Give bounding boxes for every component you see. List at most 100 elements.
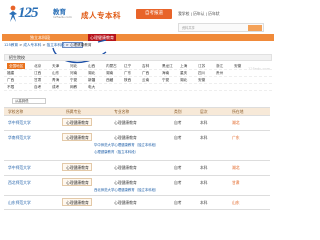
- filter-option[interactable]: 河南: [70, 70, 77, 76]
- table-row: 山东师范大学 心理健康教育 心理健康教育 自考 本科 山东: [4, 196, 270, 210]
- nav-item-undergrad[interactable]: 独立本科段: [30, 35, 50, 40]
- sort-select[interactable]: 从高到低: [12, 98, 46, 104]
- major-name-cell[interactable]: 心理健康教育: [114, 120, 137, 126]
- filter-option[interactable]: 陕西: [124, 77, 131, 83]
- filter-option[interactable]: 成考: [52, 84, 59, 90]
- type-cell: 自考: [174, 165, 182, 170]
- filter-option[interactable]: 安徽: [234, 63, 241, 69]
- filter-option[interactable]: 西藏: [106, 77, 113, 83]
- location-cell: 广东: [232, 135, 240, 140]
- filter-option[interactable]: 甘肃: [34, 77, 41, 83]
- filter-option[interactable]: 黑龙江: [162, 63, 173, 69]
- header-button[interactable]: 自考报道: [136, 9, 172, 19]
- filter-option[interactable]: 浙江: [216, 63, 223, 69]
- major-cell[interactable]: 心理健康教育: [66, 135, 89, 141]
- major-name-cell[interactable]: 心理健康教育: [114, 200, 137, 206]
- filter-option[interactable]: 内蒙古: [106, 63, 117, 69]
- table-row: 华中师范大学 心理健康教育 心理健康教育 自考 本科 湖北: [4, 161, 270, 176]
- program-link[interactable]: 华中师范大学心理健康教育（独立本科段）: [94, 142, 158, 147]
- filter-option[interactable]: 青海: [52, 77, 59, 83]
- table-header-cell: 层次: [200, 109, 208, 114]
- login-button[interactable]: [248, 25, 262, 31]
- filter-option[interactable]: 新疆: [88, 77, 95, 83]
- filter-row: 福建 江西 山东 河南 湖北 湖南 广东 广西 海南 重庆 四川 贵州: [4, 70, 272, 77]
- login-box[interactable]: 资料共享: [178, 23, 264, 32]
- table-header-cell: 所属专业: [66, 109, 82, 114]
- filter-option[interactable]: 电大: [88, 84, 95, 90]
- filter-option[interactable]: 北京: [34, 63, 41, 69]
- program-link[interactable]: 心理健康教育（独立本科段）: [94, 149, 138, 154]
- filter-option[interactable]: 广西: [142, 70, 149, 76]
- filter-option[interactable]: 湖南: [106, 70, 113, 76]
- filter-title: 招生院校: [4, 54, 272, 61]
- filter-option[interactable]: 上海: [180, 63, 187, 69]
- filter-option[interactable]: 山东: [52, 70, 59, 76]
- top-links[interactable]: 我学校 | 历年认 | 历年状: [178, 11, 220, 17]
- sort-value: 从高到低: [15, 99, 29, 103]
- filter-option[interactable]: 四川: [198, 70, 205, 76]
- level-cell: 本科: [200, 165, 208, 170]
- level-cell: 本科: [200, 120, 208, 125]
- filter-option[interactable]: 自考: [34, 84, 41, 90]
- filter-option[interactable]: 江苏: [198, 63, 205, 69]
- school-link[interactable]: 华中师范大学: [8, 165, 31, 171]
- school-link[interactable]: 华中师范大学: [8, 120, 31, 126]
- major-name-cell[interactable]: 心理健康教育: [114, 135, 137, 141]
- level-cell: 本科: [200, 200, 208, 205]
- table-header: 学校名称 所属专业 专业名称 类别 层次 所在地: [4, 108, 270, 116]
- major-cell[interactable]: 心理健康教育: [66, 180, 89, 186]
- major-cell[interactable]: 心理健康教育: [66, 120, 89, 126]
- filter-option[interactable]: 广东: [124, 70, 131, 76]
- filter-option[interactable]: 海南: [162, 70, 169, 76]
- site-title: 成人专本科: [81, 11, 121, 20]
- program-link[interactable]: 西北师范大学心理健康教育（独立本科段）: [94, 187, 158, 192]
- filter-option[interactable]: 天津: [52, 63, 59, 69]
- level-cell: 本科: [200, 180, 208, 185]
- site-logo[interactable]: 125 教育 125edu.com: [6, 3, 76, 25]
- major-name-cell[interactable]: 心理健康教育: [114, 180, 137, 186]
- filter-option[interactable]: 不限: [7, 84, 14, 90]
- logo-url: 125edu.com: [53, 15, 72, 19]
- filter-option[interactable]: 全国地区: [7, 63, 26, 69]
- filter-option[interactable]: 湖北: [88, 70, 95, 76]
- filter-row: 广西 甘肃 青海 宁夏 新疆 西藏 陕西 云南 宁夏 湖北 安徽: [4, 77, 272, 84]
- type-cell: 自考: [174, 200, 182, 205]
- filter-option[interactable]: 吉林: [142, 63, 149, 69]
- filter-option[interactable]: 贵州: [216, 70, 223, 76]
- filter-option[interactable]: 江西: [34, 70, 41, 76]
- location-cell: 山东: [232, 200, 240, 205]
- filter-option[interactable]: 安徽: [198, 77, 205, 83]
- filter-option[interactable]: 宁夏: [70, 77, 77, 83]
- type-cell: 自考: [174, 120, 182, 125]
- filter-option[interactable]: 山西: [88, 63, 95, 69]
- major-cell[interactable]: 心理健康教育: [66, 200, 89, 206]
- type-cell: 自考: [174, 180, 182, 185]
- breadcrumb-home[interactable]: 125教育: [4, 43, 18, 47]
- filter-option[interactable]: 湖北: [180, 77, 187, 83]
- school-table: 学校名称 所属专业 专业名称 类别 层次 所在地 华中师范大学 心理健康教育 心理健康教育 自考本…: [4, 107, 270, 210]
- filter-row: 不限 自考 成考 网教 电大: [4, 84, 272, 91]
- filter-option[interactable]: 福建: [7, 70, 14, 76]
- table-row: 华中师范大学 心理健康教育 心理健康教育 自考 本科 湖北: [4, 116, 270, 131]
- filter-option[interactable]: 网教: [70, 84, 77, 90]
- level-cell: 本科: [200, 135, 208, 140]
- filter-option[interactable]: 河北: [70, 63, 77, 69]
- breadcrumb-level1[interactable]: 成人专本科: [23, 43, 41, 47]
- table-header-cell: 所在地: [232, 109, 244, 114]
- login-tip: 资料共享: [182, 26, 195, 30]
- filter-option[interactable]: 云南: [142, 77, 149, 83]
- filter-option[interactable]: 广西: [7, 77, 14, 83]
- major-name-cell[interactable]: 心理健康教育: [114, 165, 137, 171]
- filter-option[interactable]: 重庆: [180, 70, 187, 76]
- major-cell[interactable]: 心理健康教育: [66, 165, 89, 171]
- filter-option[interactable]: 宁夏: [162, 77, 169, 83]
- filter-option[interactable]: 辽宁: [124, 63, 131, 69]
- school-link[interactable]: 华南师范大学: [8, 135, 31, 141]
- school-link[interactable]: 西北师范大学: [8, 180, 31, 186]
- location-cell: 湖北: [232, 120, 240, 125]
- table-row: 西北师范大学 心理健康教育 心理健康教育 自考 本科 甘肃 西北师范大学心理健康教育（独立本…: [4, 176, 270, 196]
- region-filter: 全国地区 北京 天津 河北 山西 内蒙古 辽宁 吉林 黑龙江 上海 江苏 浙江 安徽 福建 江西 山东 河南 湖北…: [4, 63, 272, 91]
- school-link[interactable]: 山东师范大学: [8, 200, 31, 206]
- table-header-cell: 学校名称: [8, 109, 24, 114]
- table-header-cell: 类别: [174, 109, 182, 114]
